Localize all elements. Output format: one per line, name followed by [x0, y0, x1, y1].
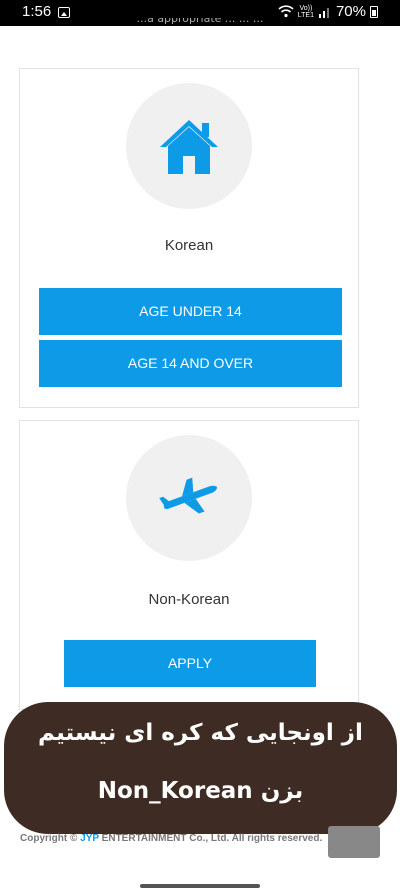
caption-overlay: از اونجایی که کره ای نیستیم بزن Non_Kore… [4, 702, 397, 834]
signal-icon [318, 7, 329, 18]
copyright-suffix: ENTERTAINMENT Co., Ltd. All rights reser… [101, 833, 323, 844]
age-under-14-button[interactable]: AGE UNDER 14 [39, 288, 342, 335]
cutoff-text: ...a appropriate ... ... ... [136, 18, 264, 25]
overlay-line-1: از اونجایی که کره ای نیستیم [38, 720, 363, 746]
footer-copyright: Copyright © JYP ENTERTAINMENT Co., Ltd. … [20, 833, 322, 844]
airplane-icon [159, 477, 218, 514]
non-korean-label: Non-Korean [148, 591, 230, 608]
battery-percent: 70% [335, 3, 366, 20]
network-type-label: Vo)) LTE1 [298, 5, 314, 19]
status-time: 1:56 [22, 3, 52, 20]
scroll-to-top-button[interactable] [328, 826, 380, 858]
volte-label: Vo)) [299, 4, 313, 12]
age-14-and-over-button[interactable]: AGE 14 AND OVER [39, 340, 342, 387]
korean-label: Korean [164, 237, 214, 254]
brand-name: JYP [80, 833, 99, 844]
korean-card: Korean AGE UNDER 14 AGE 14 AND OVER [19, 68, 359, 408]
korean-icon-circle [126, 83, 252, 209]
home-gesture-handle[interactable] [140, 884, 260, 888]
gallery-icon [58, 7, 70, 18]
battery-icon [370, 5, 378, 18]
house-icon [160, 120, 218, 174]
non-korean-card: Non-Korean APPLY [19, 420, 359, 710]
non-korean-icon-circle [126, 435, 252, 561]
wifi-icon [278, 5, 294, 18]
copyright-prefix: Copyright © [20, 833, 78, 844]
overlay-line-2: بزن Non_Korean [97, 778, 304, 804]
navigation-bar [0, 872, 400, 892]
apply-button[interactable]: APPLY [64, 640, 316, 687]
